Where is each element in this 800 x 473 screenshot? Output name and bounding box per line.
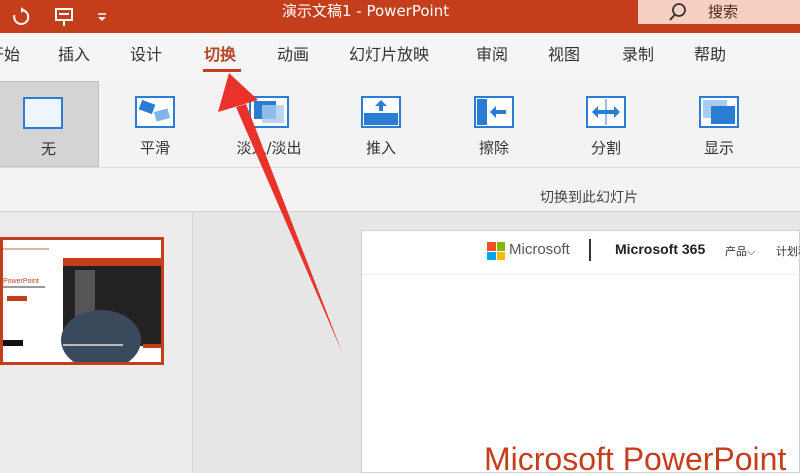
redo-icon[interactable] [6,0,36,33]
search-label: 搜索 [708,3,739,21]
document-title: 演示文稿1 - PowerPoint [282,2,450,20]
transition-fade[interactable]: 淡入/淡出 [222,81,316,167]
push-transition-icon [361,96,401,128]
transition-label: 平滑 [139,139,170,157]
transition-label: 淡入/淡出 [236,139,302,157]
tab-insert[interactable]: 插入 [58,43,90,67]
active-tab-indicator [203,69,241,72]
fade-transition-icon [249,96,289,128]
thumb-input-line [63,344,123,346]
menu-plans: 计划和 [776,245,800,258]
wipe-transition-icon [474,96,514,128]
thumb-dark-header [63,258,161,266]
transition-label: 分割 [590,139,621,157]
thumb-planet-image [61,310,141,362]
transition-label: 擦除 [478,139,509,157]
microsoft-brand: Microsoft [509,241,570,258]
tab-animations[interactable]: 动画 [277,43,309,67]
slide-thumbnail-pane[interactable]: PowerPoint [0,212,193,473]
thumb-title-text: PowerPoint [3,278,39,285]
present-from-beginning-icon[interactable] [48,0,80,33]
transition-none[interactable]: 无 [0,81,99,167]
thumb-submit-shape [143,344,161,348]
tab-transitions[interactable]: 切换 [204,43,236,67]
menu-products: 产品⌵ [725,245,756,258]
tab-home[interactable]: 开始 [0,43,20,67]
brand-separator [589,239,591,261]
tab-view[interactable]: 视图 [548,43,580,67]
transition-label: 显示 [703,139,734,157]
transition-push[interactable]: 推入 [344,81,418,167]
customize-quick-access-icon[interactable] [90,0,114,33]
transition-label: 无 [40,140,56,158]
transition-label: 推入 [365,139,396,157]
thumb-top-line [3,248,49,250]
slide-headline: Microsoft PowerPoint [484,441,787,473]
thumb-subtitle-line [3,286,45,288]
slide-canvas[interactable]: Microsoft Microsoft 365 产品⌵ 计划和 Microsof… [361,230,800,473]
product-name: Microsoft 365 [615,241,706,257]
search-box[interactable]: 搜索 [638,0,800,24]
tab-slide-show[interactable]: 幻灯片放映 [349,43,429,67]
thumb-button-shape [7,296,27,301]
transition-reveal[interactable]: 显示 [682,81,756,167]
title-bar: 演示文稿1 - PowerPoint 搜索 [0,0,800,33]
slide-web-header: Microsoft Microsoft 365 产品⌵ 计划和 [362,231,800,275]
ribbon-tab-bar: 开始 插入 设计 切换 动画 幻灯片放映 审阅 视图 录制 帮助 [0,33,800,81]
ribbon-group-divider [0,167,800,168]
thumb-logo-block [3,340,23,346]
transition-split[interactable]: 分割 [569,81,643,167]
search-icon [668,2,688,22]
reveal-transition-icon [699,96,739,128]
transition-wipe[interactable]: 擦除 [457,81,531,167]
transition-morph[interactable]: 平滑 [118,81,192,167]
slide-thumbnail[interactable]: PowerPoint [0,237,164,365]
none-transition-icon [23,97,63,129]
morph-transition-icon [135,96,175,128]
tab-review[interactable]: 审阅 [476,43,508,67]
transitions-ribbon: 无 平滑 淡入/淡出 推入 擦除 分割 显示 切换到此幻灯片 [0,81,800,212]
ribbon-group-label: 切换到此幻灯片 [540,190,638,206]
tab-design[interactable]: 设计 [130,43,162,67]
split-transition-icon [586,96,626,128]
tab-record[interactable]: 录制 [622,43,654,67]
microsoft-logo-icon [487,242,505,260]
editor-workspace: PowerPoint Microsoft Microsoft 365 产品⌵ 计… [0,212,800,473]
tab-help[interactable]: 帮助 [694,43,726,67]
